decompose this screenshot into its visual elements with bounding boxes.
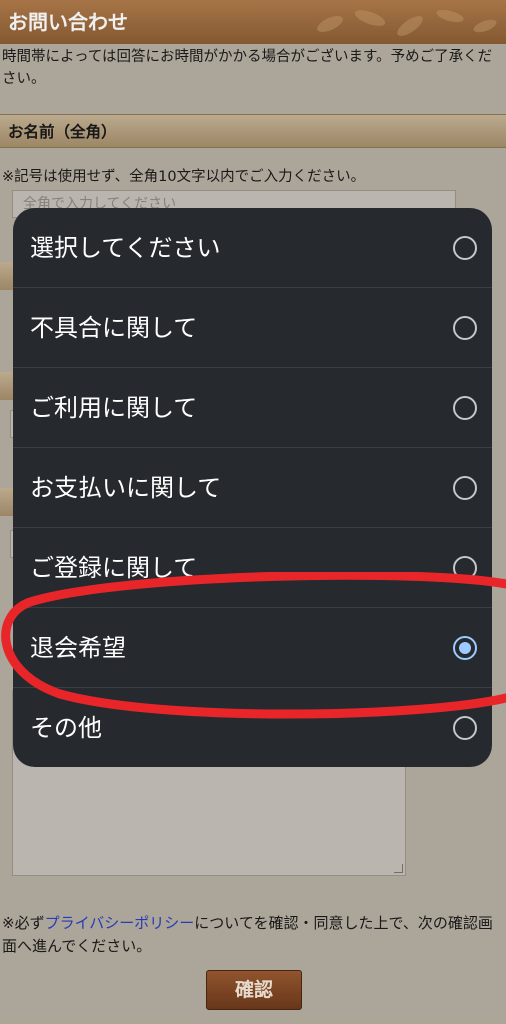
option-label: お支払いに関して bbox=[30, 474, 222, 502]
radio-unchecked-icon[interactable] bbox=[453, 716, 477, 740]
option-label: ご利用に関して bbox=[30, 394, 198, 422]
radio-unchecked-icon[interactable] bbox=[453, 476, 477, 500]
inquiry-type-dialog: 選択してください 不具合に関して ご利用に関して お支払いに関して ご登録に関し… bbox=[13, 208, 492, 767]
option-payment[interactable]: お支払いに関して bbox=[13, 448, 492, 528]
option-label: ご登録に関して bbox=[30, 554, 198, 582]
option-label: その他 bbox=[30, 714, 102, 742]
option-label: 退会希望 bbox=[30, 634, 126, 662]
option-bug[interactable]: 不具合に関して bbox=[13, 288, 492, 368]
radio-unchecked-icon[interactable] bbox=[453, 316, 477, 340]
radio-unchecked-icon[interactable] bbox=[453, 236, 477, 260]
option-label: 選択してください bbox=[30, 234, 221, 262]
radio-unchecked-icon[interactable] bbox=[453, 556, 477, 580]
option-registration[interactable]: ご登録に関して bbox=[13, 528, 492, 608]
option-withdrawal[interactable]: 退会希望 bbox=[13, 608, 492, 688]
option-label: 不具合に関して bbox=[30, 314, 198, 342]
radio-unchecked-icon[interactable] bbox=[453, 396, 477, 420]
radio-checked-icon[interactable] bbox=[453, 636, 477, 660]
option-select-prompt[interactable]: 選択してください bbox=[13, 208, 492, 288]
option-other[interactable]: その他 bbox=[13, 688, 492, 767]
option-usage[interactable]: ご利用に関して bbox=[13, 368, 492, 448]
